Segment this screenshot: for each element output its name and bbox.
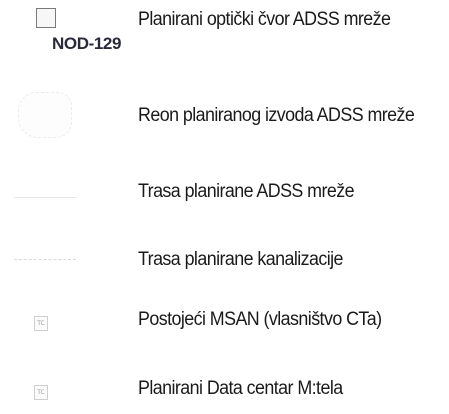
map-legend: NOD-129 Planirani optički čvor ADSS mrež… xyxy=(0,0,449,414)
legend-item-label-duct-route: Trasa planirane kanalizacije xyxy=(138,249,343,270)
solid-line-icon xyxy=(14,197,76,198)
tc-box-icon: TC xyxy=(34,316,48,331)
legend-item-label-data-center: Planirani Data centar M:tela xyxy=(138,378,343,399)
dashed-line-icon xyxy=(14,259,76,260)
tc-box-icon: TC xyxy=(34,385,48,400)
node-square-icon xyxy=(36,8,56,28)
legend-item-label-existing-msan: Postojeći MSAN (vlasništvo CTa) xyxy=(138,309,382,330)
area-outline-icon xyxy=(18,92,72,138)
node-code-label: NOD-129 xyxy=(52,34,122,53)
legend-item-label-planned-node: Planirani optički čvor ADSS mreže xyxy=(138,9,391,30)
legend-item-label-branch-area: Reon planiranog izvoda ADSS mreže xyxy=(138,105,415,126)
legend-item-label-adss-route: Trasa planirane ADSS mreže xyxy=(138,181,355,202)
